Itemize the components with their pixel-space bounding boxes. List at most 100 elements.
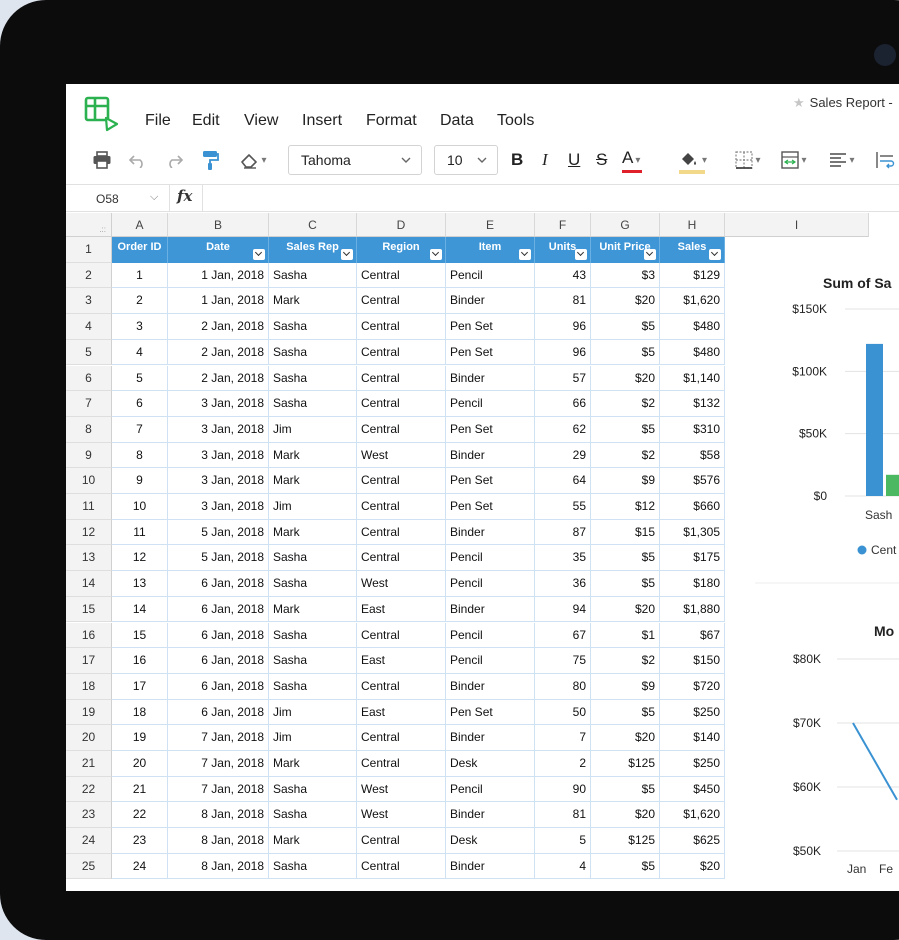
table-cell[interactable]: Binder	[446, 288, 535, 315]
table-cell[interactable]: Central	[357, 494, 446, 520]
table-header-cell[interactable]: Region	[357, 237, 446, 263]
row-header-8[interactable]: 8	[66, 416, 112, 443]
chevron-down-icon[interactable]: ⌵	[150, 191, 158, 204]
row-header-18[interactable]: 18	[66, 673, 112, 700]
table-cell[interactable]: $1	[591, 622, 660, 649]
table-cell[interactable]: Central	[357, 751, 446, 777]
table-cell[interactable]: $1,620	[660, 288, 725, 315]
row-header-9[interactable]: 9	[66, 442, 112, 469]
table-cell[interactable]: Central	[357, 314, 446, 340]
filter-dropdown-icon[interactable]	[644, 249, 656, 260]
table-cell[interactable]: 29	[535, 442, 591, 469]
table-cell[interactable]: Central	[357, 416, 446, 443]
table-cell[interactable]: Sasha	[269, 571, 357, 597]
table-cell[interactable]: 6 Jan, 2018	[168, 622, 269, 649]
table-cell[interactable]: Central	[357, 622, 446, 649]
table-cell[interactable]: $20	[660, 853, 725, 880]
row-header-15[interactable]: 15	[66, 596, 112, 623]
table-cell[interactable]: 7	[112, 416, 168, 443]
table-cell[interactable]: $5	[591, 545, 660, 572]
table-cell[interactable]: $58	[660, 442, 725, 469]
table-cell[interactable]: Binder	[446, 853, 535, 880]
table-cell[interactable]: Mark	[269, 519, 357, 546]
row-header-3[interactable]: 3	[66, 288, 112, 315]
table-cell[interactable]: Binder	[446, 365, 535, 392]
table-cell[interactable]: 13	[112, 571, 168, 597]
row-header-1[interactable]: 1	[66, 237, 112, 263]
table-cell[interactable]: 14	[112, 596, 168, 623]
table-cell[interactable]: 94	[535, 596, 591, 623]
table-cell[interactable]: 90	[535, 776, 591, 803]
table-cell[interactable]: $5	[591, 314, 660, 340]
table-cell[interactable]: 3 Jan, 2018	[168, 391, 269, 417]
table-cell[interactable]: 7 Jan, 2018	[168, 776, 269, 803]
table-cell[interactable]: 4	[535, 853, 591, 880]
table-cell[interactable]: Sasha	[269, 365, 357, 392]
table-cell[interactable]: 55	[535, 494, 591, 520]
row-header-6[interactable]: 6	[66, 365, 112, 392]
table-cell[interactable]: 81	[535, 802, 591, 829]
table-cell[interactable]: 8	[112, 442, 168, 469]
table-cell[interactable]: 8 Jan, 2018	[168, 828, 269, 854]
table-cell[interactable]: 2 Jan, 2018	[168, 314, 269, 340]
table-cell[interactable]: 18	[112, 699, 168, 726]
table-cell[interactable]: 7	[535, 725, 591, 751]
menu-insert[interactable]: Insert	[302, 112, 342, 130]
table-cell[interactable]: 2 Jan, 2018	[168, 339, 269, 366]
fill-color-button[interactable]: ▾	[678, 145, 718, 175]
table-cell[interactable]: West	[357, 442, 446, 469]
table-cell[interactable]: 6 Jan, 2018	[168, 673, 269, 700]
table-cell[interactable]: $12	[591, 494, 660, 520]
table-cell[interactable]: West	[357, 776, 446, 803]
table-cell[interactable]: 20	[112, 751, 168, 777]
table-cell[interactable]: $132	[660, 391, 725, 417]
table-cell[interactable]: Mark	[269, 442, 357, 469]
table-cell[interactable]: $480	[660, 339, 725, 366]
table-cell[interactable]: Central	[357, 853, 446, 880]
row-header-14[interactable]: 14	[66, 571, 112, 597]
menu-edit[interactable]: Edit	[192, 112, 220, 130]
table-cell[interactable]: $2	[591, 391, 660, 417]
table-cell[interactable]: West	[357, 571, 446, 597]
table-cell[interactable]: West	[357, 802, 446, 829]
table-cell[interactable]: Binder	[446, 596, 535, 623]
table-cell[interactable]: 5	[535, 828, 591, 854]
table-header-cell[interactable]: Order ID	[112, 237, 168, 263]
table-cell[interactable]: $140	[660, 725, 725, 751]
table-cell[interactable]: Binder	[446, 802, 535, 829]
table-cell[interactable]: Binder	[446, 519, 535, 546]
menu-tools[interactable]: Tools	[497, 112, 534, 130]
italic-button[interactable]: I	[542, 145, 548, 175]
table-cell[interactable]: 96	[535, 314, 591, 340]
row-header-20[interactable]: 20	[66, 725, 112, 751]
table-cell[interactable]: $129	[660, 262, 725, 289]
table-cell[interactable]: 6 Jan, 2018	[168, 596, 269, 623]
borders-button[interactable]: ▾	[730, 145, 766, 175]
table-cell[interactable]: 50	[535, 699, 591, 726]
table-cell[interactable]: $15	[591, 519, 660, 546]
table-cell[interactable]: 7 Jan, 2018	[168, 751, 269, 777]
column-header-h[interactable]: H	[660, 213, 725, 237]
table-cell[interactable]: Central	[357, 545, 446, 572]
table-cell[interactable]: 12	[112, 545, 168, 572]
table-cell[interactable]: 1 Jan, 2018	[168, 288, 269, 315]
table-cell[interactable]: 87	[535, 519, 591, 546]
table-cell[interactable]: Sasha	[269, 545, 357, 572]
table-cell[interactable]: Pen Set	[446, 314, 535, 340]
table-cell[interactable]: 57	[535, 365, 591, 392]
bold-button[interactable]: B	[511, 145, 523, 175]
table-cell[interactable]: 22	[112, 802, 168, 829]
table-cell[interactable]: 5 Jan, 2018	[168, 545, 269, 572]
redo-button[interactable]	[162, 145, 186, 175]
table-cell[interactable]: $175	[660, 545, 725, 572]
row-header-4[interactable]: 4	[66, 314, 112, 340]
table-cell[interactable]: Pen Set	[446, 416, 535, 443]
star-icon[interactable]: ★	[793, 95, 805, 110]
table-cell[interactable]: 10	[112, 494, 168, 520]
table-cell[interactable]: $250	[660, 699, 725, 726]
table-cell[interactable]: 8 Jan, 2018	[168, 802, 269, 829]
table-cell[interactable]: 3 Jan, 2018	[168, 494, 269, 520]
table-cell[interactable]: Pencil	[446, 571, 535, 597]
table-cell[interactable]: 23	[112, 828, 168, 854]
table-cell[interactable]: Sasha	[269, 648, 357, 674]
